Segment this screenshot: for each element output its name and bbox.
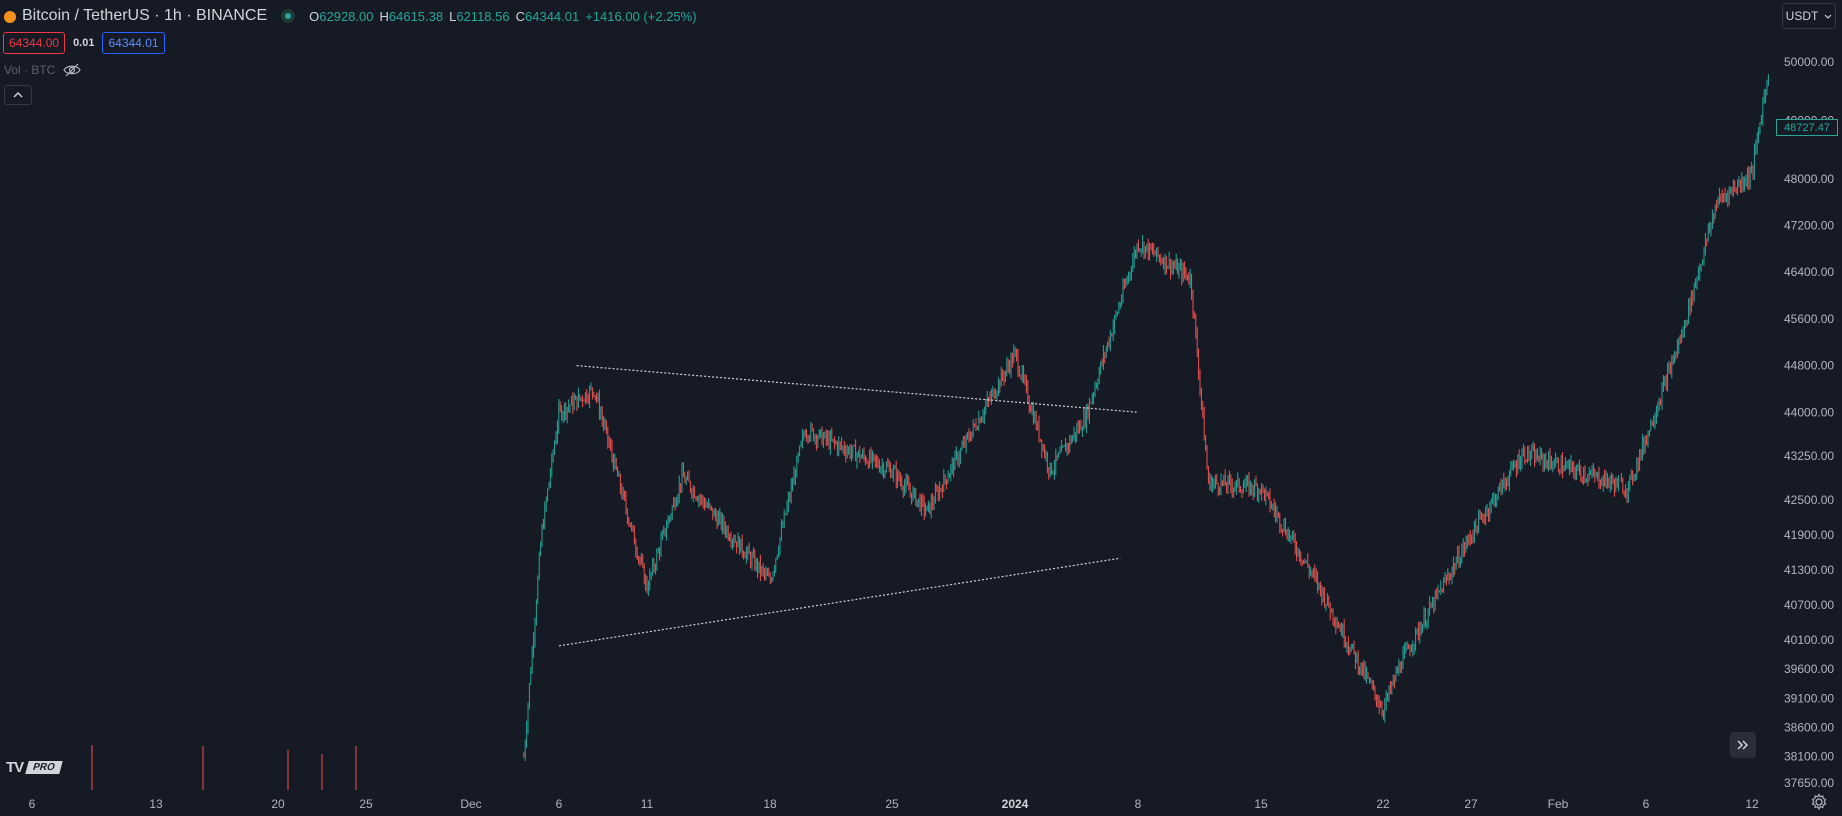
time-axis-label: 15 <box>1254 797 1268 811</box>
open-key: O <box>309 8 320 24</box>
time-axis-label: 25 <box>885 797 899 811</box>
price-axis-label: 39100.00 <box>1784 691 1834 705</box>
price-axis-label: 41900.00 <box>1784 528 1834 542</box>
open-value: 62928.00 <box>319 8 374 24</box>
volume-indicator-label: Vol · BTC <box>4 63 56 77</box>
market-status-icon[interactable] <box>281 9 296 23</box>
price-axis-label: 44800.00 <box>1784 359 1834 373</box>
tradingview-logo[interactable]: TV PRO <box>6 758 63 776</box>
time-axis-label: 20 <box>271 797 285 811</box>
price-axis-label: 38100.00 <box>1784 750 1834 764</box>
price-axis-label: 40100.00 <box>1784 633 1834 647</box>
close-value: 64344.01 <box>525 8 580 24</box>
time-axis-label: 18 <box>763 797 777 811</box>
settings-gear-icon[interactable] <box>1810 793 1828 811</box>
price-axis-label: 37650.00 <box>1784 776 1834 790</box>
currency-label: USDT <box>1785 9 1819 23</box>
candlestick-series <box>91 74 1769 790</box>
price-axis-label: 39600.00 <box>1784 662 1834 676</box>
time-axis-label: 11 <box>641 797 654 811</box>
close-key: C <box>515 8 525 24</box>
time-axis-label: 27 <box>1464 797 1478 811</box>
buy-button[interactable]: 64344.01 <box>102 32 165 54</box>
symbol-title[interactable]: Bitcoin / TetherUS · 1h · BINANCE <box>22 7 267 25</box>
volume-indicator[interactable]: Vol · BTC <box>4 63 82 77</box>
price-axis-label: 43250.00 <box>1784 449 1834 463</box>
time-axis-label: Dec <box>460 797 481 811</box>
time-axis-label: 22 <box>1376 797 1390 811</box>
price-axis-label: 45600.00 <box>1784 312 1834 326</box>
time-axis-label: 6 <box>29 797 36 811</box>
high-key: H <box>379 8 389 24</box>
chevron-down-icon <box>1824 14 1832 19</box>
sell-button[interactable]: 64344.00 <box>3 32 66 54</box>
last-price-tag: 48727.47 <box>1776 119 1838 136</box>
time-axis-label: 2024 <box>1002 797 1029 811</box>
price-axis-label: 47200.00 <box>1784 218 1834 232</box>
price-axis-label: 42500.00 <box>1784 493 1834 507</box>
double-chevron-right-icon <box>1737 740 1749 750</box>
price-axis-label: 38600.00 <box>1784 721 1834 735</box>
collapse-legend-button[interactable] <box>4 85 32 105</box>
bitcoin-coin-icon <box>4 11 16 23</box>
logo-pro-badge: PRO <box>25 760 63 774</box>
time-axis-label: 25 <box>359 797 373 811</box>
time-axis-label: 8 <box>1135 797 1142 811</box>
price-axis-label: 41300.00 <box>1784 563 1834 577</box>
price-axis-label: 50000.00 <box>1784 55 1834 69</box>
scroll-to-realtime-button[interactable] <box>1730 732 1756 758</box>
ohlc-values: O62928.00 H64615.38 L62118.56 C64344.01 … <box>309 9 696 24</box>
time-axis-label: 6 <box>1643 797 1650 811</box>
logo-mark: TV <box>6 758 24 776</box>
trendline[interactable] <box>558 557 1121 647</box>
time-axis[interactable]: 6 13 20 25 Dec 6 11 18 25 2024 8 15 22 27 Feb 6 12 <box>29 797 1759 811</box>
time-axis-label: 13 <box>149 797 163 811</box>
price-axis-label: 44000.00 <box>1784 405 1834 419</box>
price-axis-label: 46400.00 <box>1784 265 1834 279</box>
symbol-legend: Bitcoin / TetherUS · 1h · BINANCE O62928… <box>4 6 697 26</box>
spread-value: 0.01 <box>73 37 95 49</box>
change-value: +1416.00 (+2.25%) <box>585 8 697 24</box>
trendline[interactable] <box>576 365 1139 413</box>
time-axis-label: Feb <box>1548 797 1569 811</box>
trade-buttons: 64344.00 0.01 64344.01 <box>3 32 165 54</box>
time-axis-label: 12 <box>1745 797 1759 811</box>
eye-hidden-icon[interactable] <box>63 63 82 77</box>
time-axis-label: 6 <box>556 797 563 811</box>
price-axis[interactable]: 50000.0049000.0048000.0047200.0046400.00… <box>1784 55 1834 790</box>
price-axis-label: 48000.00 <box>1784 172 1834 186</box>
chevron-up-icon <box>13 92 23 98</box>
price-chart[interactable]: 50000.0049000.0048000.0047200.0046400.00… <box>0 0 1842 816</box>
trendline-drawings[interactable] <box>558 365 1139 647</box>
high-value: 64615.38 <box>388 8 444 24</box>
price-axis-label: 40700.00 <box>1784 598 1834 612</box>
currency-select[interactable]: USDT <box>1782 3 1836 29</box>
low-value: 62118.56 <box>456 8 510 24</box>
